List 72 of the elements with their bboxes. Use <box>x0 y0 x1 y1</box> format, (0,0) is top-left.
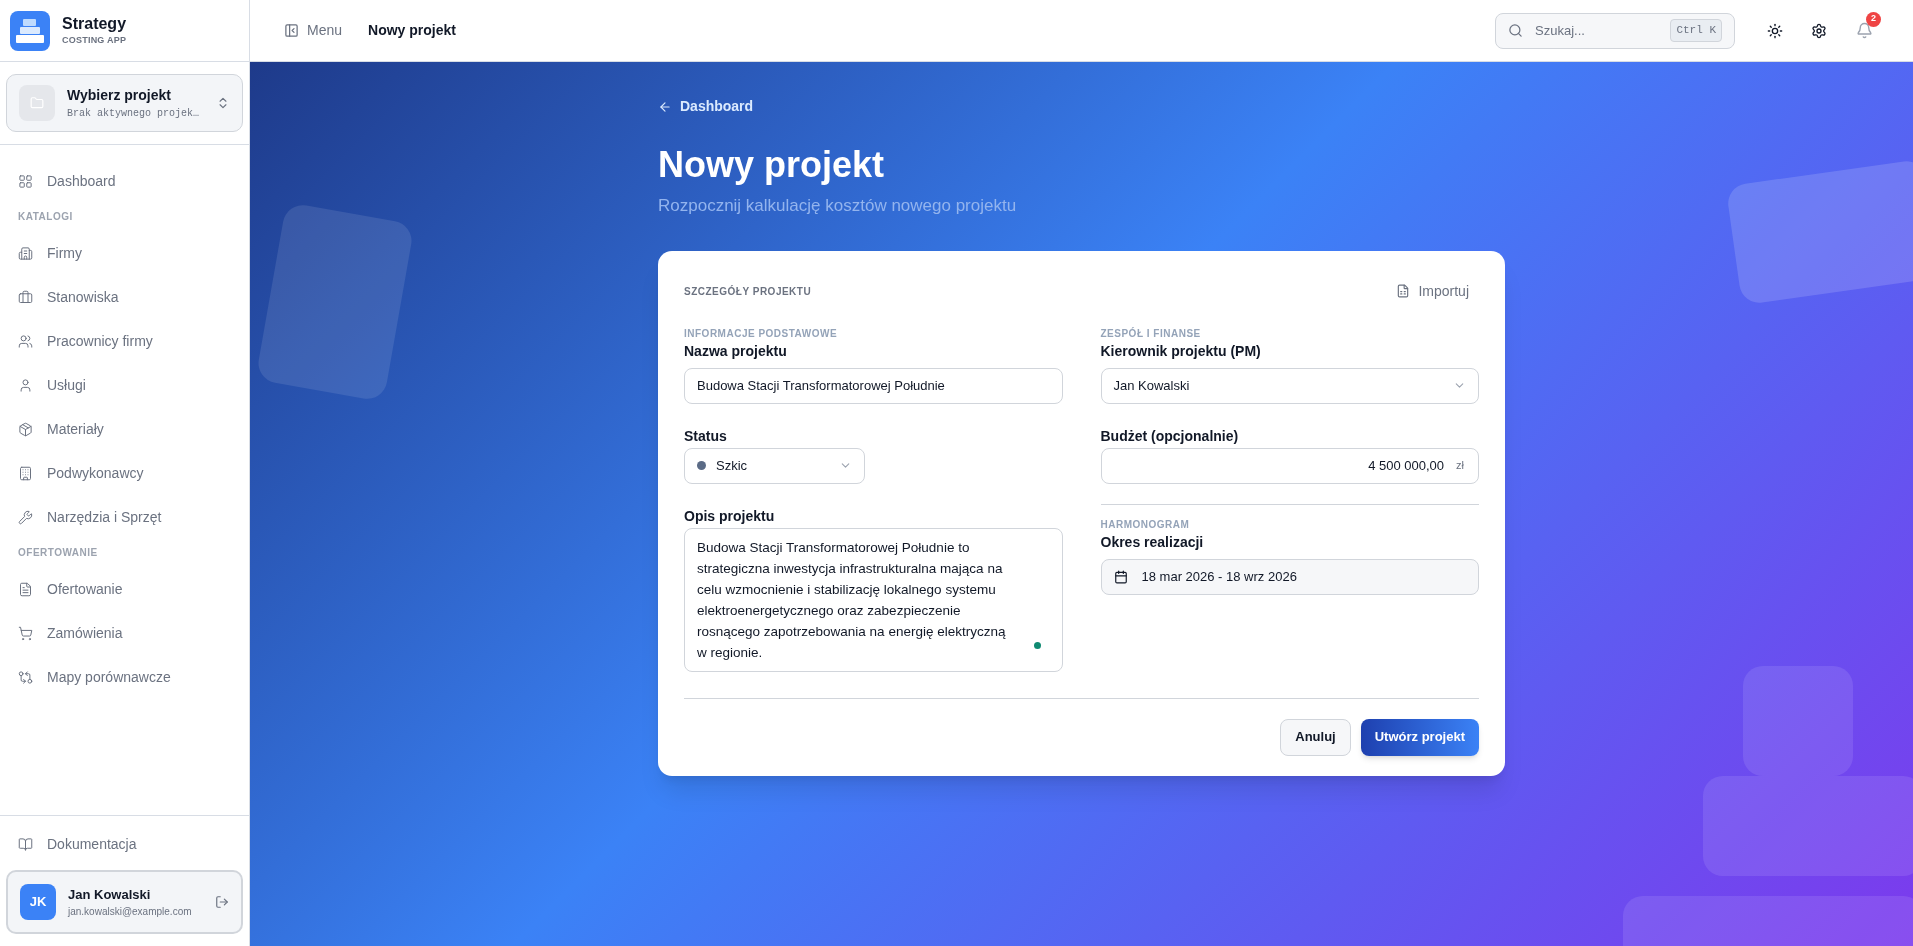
import-button[interactable]: Importuj <box>1396 280 1469 302</box>
nav-item[interactable]: Stanowiska <box>18 275 231 319</box>
folder-icon <box>19 85 55 121</box>
nav-item[interactable]: Firmy <box>18 231 231 275</box>
menu-button[interactable]: Menu <box>284 20 343 41</box>
project-switcher[interactable]: Wybierz projekt Brak aktywnego projek… <box>6 74 243 132</box>
logout-icon[interactable] <box>215 895 229 909</box>
pm-select[interactable]: Jan Kowalski <box>1100 367 1479 404</box>
building-icon <box>18 245 33 261</box>
cancel-button[interactable]: Anuluj <box>1280 718 1351 756</box>
nav-item[interactable]: Zamówienia <box>18 611 231 655</box>
sidebar-toggle-icon <box>284 23 299 38</box>
nav-item[interactable]: Pracownicy firmy <box>18 319 231 363</box>
user-icon <box>18 377 33 393</box>
nav-heading: OFERTOWANIE <box>18 546 99 559</box>
card-title: SZCZEGÓŁY PROJEKTU <box>684 284 812 299</box>
field-label: Okres realizacji <box>1100 532 1205 552</box>
user-email: jan.kowalski@example.com <box>68 905 193 920</box>
nav-item[interactable]: Usługi <box>18 363 231 407</box>
nav-item[interactable]: Dashboard <box>18 159 231 203</box>
field-label: Budżet (opcjonalnie) <box>1100 427 1239 444</box>
switcher-subtitle: Brak aktywnego projek… <box>67 107 201 121</box>
field-label: Nazwa projektu <box>684 341 788 361</box>
logo-icon <box>10 10 50 51</box>
page-title: Nowy projekt <box>658 143 886 187</box>
budget-field[interactable]: 4 500 000,00 zł <box>1100 447 1479 484</box>
document-icon <box>18 581 33 597</box>
book-icon <box>18 836 33 852</box>
grid-icon <box>18 173 33 189</box>
submit-button[interactable]: Utwórz projekt <box>1360 718 1479 756</box>
user-card[interactable]: JK Jan Kowalski jan.kowalski@example.com <box>6 870 243 934</box>
status-select[interactable]: Szkic <box>684 447 865 484</box>
page-subtitle: Rozpocznij kalkulację kosztów nowego projektu <box>658 195 1018 217</box>
calendar-icon <box>1113 569 1128 584</box>
box-icon <box>18 421 33 437</box>
cart-icon <box>18 625 33 641</box>
nav-item[interactable]: Narzędzia i Sprzęt <box>18 495 231 539</box>
wrench-icon <box>18 509 33 525</box>
field-label: Kierownik projektu (PM) <box>1100 341 1262 361</box>
nav-item[interactable]: Ofertowanie <box>18 567 231 611</box>
section-heading: INFORMACJE PODSTAWOWE <box>684 326 839 341</box>
field-label: Status <box>684 427 727 444</box>
search-icon <box>1508 23 1523 38</box>
back-link[interactable]: Dashboard <box>658 96 1505 117</box>
docs-link[interactable]: Dokumentacja <box>6 822 243 866</box>
compare-icon <box>18 669 33 685</box>
nav-item[interactable]: Mapy porównawcze <box>18 655 231 699</box>
nav-item[interactable]: Podwykonawcy <box>18 451 231 495</box>
nav-heading: KATALOGI <box>18 210 74 223</box>
description-field[interactable]: Budowa Stacji Transformatorowej Południe to strategiczna inwestycja infrastrukturalna mająca na celu wzmocnienie i stabilizację lokalnego systemu elektroenergetycznego oraz zabezpieczenie rosnącego zapotrzebowania na energię elektryczną w regionie. <box>684 527 1063 672</box>
switcher-title: Wybierz projekt <box>67 86 172 105</box>
nav-item[interactable]: Materiały <box>18 407 231 451</box>
avatar: JK <box>20 884 56 920</box>
spreadsheet-icon <box>1396 284 1411 298</box>
currency-label: zł <box>1456 458 1464 474</box>
search-field[interactable]: Szukaj... Ctrl K <box>1495 12 1735 49</box>
notification-badge: 2 <box>1866 11 1881 27</box>
brand-name: Strategy <box>62 13 127 34</box>
section-heading: ZESPÓŁ I FINANSE <box>1100 326 1202 341</box>
breadcrumb: Nowy projekt <box>368 21 456 40</box>
arrow-left-icon <box>658 99 672 114</box>
field-label: Opis projektu <box>684 507 775 524</box>
users-icon <box>18 333 33 349</box>
search-placeholder: Szukaj... <box>1535 21 1586 40</box>
building-icon <box>18 465 33 481</box>
shortcut-key: Ctrl K <box>1670 19 1722 42</box>
name-field[interactable]: Budowa Stacji Transformatorowej Południe <box>684 367 1063 404</box>
briefcase-icon <box>18 289 33 305</box>
user-name: Jan Kowalski <box>68 885 152 904</box>
brand-tagline: COSTING APP <box>62 33 127 47</box>
date-range-field[interactable]: 18 mar 2026 - 18 wrz 2026 <box>1100 558 1479 595</box>
section-heading: HARMONOGRAM <box>1100 517 1191 532</box>
